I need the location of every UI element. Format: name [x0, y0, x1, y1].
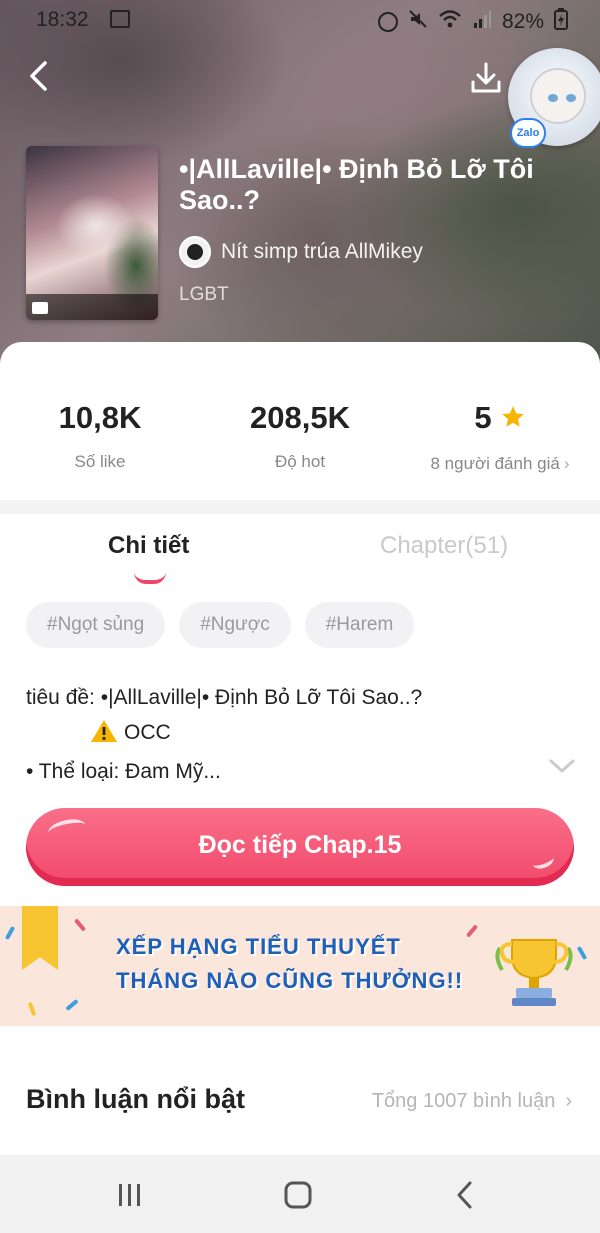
tag-chip[interactable]: #Ngọt sủng: [26, 602, 166, 648]
trophy-icon: [494, 930, 574, 1012]
tab-chapters[interactable]: Chapter(51): [380, 532, 508, 560]
back-icon: [457, 1181, 472, 1209]
zalo-badge: Zalo: [510, 118, 546, 148]
comments-total: Tổng 1007 bình luận: [371, 1090, 556, 1112]
chevron-left-icon: [30, 61, 47, 91]
section-divider: [0, 500, 600, 514]
description-line: tiêu đề: •|AllLaville|• Định Bỏ Lỡ Tôi S…: [26, 686, 423, 709]
recent-apps-button[interactable]: [114, 1179, 146, 1211]
rating-count-row: 8 người đánh giá ›: [420, 454, 580, 474]
stat-label: 8 người đánh giá: [430, 454, 560, 473]
confetti-decoration: [465, 924, 479, 938]
stat-hot: 208,5K Độ hot: [240, 400, 360, 472]
stat-value: 208,5K: [250, 400, 350, 435]
tag-chip[interactable]: #Ngược: [179, 602, 291, 648]
confetti-decoration: [27, 1001, 37, 1017]
download-button[interactable]: [468, 60, 504, 96]
stat-rating[interactable]: 5 8 người đánh giá ›: [420, 400, 580, 474]
stat-likes: 10,8K Số like: [50, 400, 150, 472]
rating-value: 5: [420, 400, 580, 438]
system-navigation-bar: [0, 1155, 600, 1233]
stat-value: 10,8K: [58, 400, 142, 435]
ranking-promo-banner[interactable]: XẾP HẠNG TIỂU THUYẾT THÁNG NÀO CŨNG THƯỞ…: [0, 906, 600, 1026]
gallery-notification-icon: [110, 10, 130, 28]
stat-label: Độ hot: [274, 452, 326, 471]
description-line: • Thể loại: Đam Mỹ...: [26, 760, 221, 783]
warning-text: OCC: [124, 721, 171, 744]
confetti-decoration: [576, 945, 588, 961]
confetti-decoration: [73, 918, 87, 932]
status-bar: 18:32 82%: [0, 0, 600, 40]
back-button[interactable]: [22, 58, 58, 94]
home-button[interactable]: [282, 1179, 314, 1211]
story-cover[interactable]: [26, 146, 158, 320]
battery-charging-icon: [554, 8, 568, 36]
comments-header: Bình luận nổi bật Tổng 1007 bình luận ›: [0, 1060, 600, 1150]
download-icon: [471, 62, 501, 93]
status-time: 18:32: [36, 8, 89, 31]
avatar-eye: [566, 94, 576, 102]
chevron-right-icon: ›: [565, 1090, 572, 1112]
recent-apps-icon: [119, 1184, 140, 1206]
chevron-down-icon: [549, 759, 575, 773]
bookmark-ribbon-icon: [22, 906, 58, 970]
alarm-icon: [377, 12, 398, 32]
avatar-eye: [548, 94, 558, 102]
battery-text: 82%: [501, 10, 544, 33]
warning-icon: [90, 719, 118, 754]
signal-icon: [472, 9, 492, 35]
home-icon: [284, 1181, 312, 1209]
story-description: tiêu đề: •|AllLaville|• Định Bỏ Lỡ Tôi S…: [26, 680, 566, 789]
chat-head-avatar: [530, 68, 586, 124]
comments-title: Bình luận nổi bật: [26, 1084, 245, 1114]
tab-bar: Chi tiết Chapter(51): [0, 514, 600, 586]
wifi-icon: [438, 9, 462, 35]
confetti-decoration: [4, 925, 16, 941]
stat-value: 5: [474, 400, 492, 435]
story-genre: LGBT: [179, 284, 229, 305]
author-name: Nít simp trúa AllMikey: [221, 240, 423, 263]
author-avatar: [179, 236, 211, 268]
description-warning-line: OCC: [26, 715, 566, 754]
author-row[interactable]: Nít simp trúa AllMikey: [179, 236, 423, 268]
banner-headline: XẾP HẠNG TIỂU THUYẾT: [116, 934, 401, 959]
continue-reading-button[interactable]: Đọc tiếp Chap.15: [26, 808, 574, 886]
star-icon: [500, 402, 526, 438]
stat-label: Số like: [74, 452, 126, 471]
confetti-decoration: [65, 998, 79, 1012]
system-back-button[interactable]: [450, 1179, 482, 1211]
comments-total-link[interactable]: Tổng 1007 bình luận ›: [372, 1090, 572, 1113]
expand-description-button[interactable]: [548, 756, 576, 781]
tab-active-indicator: [134, 572, 166, 584]
status-icons: 82%: [377, 8, 568, 36]
section-spacer: [0, 1026, 600, 1060]
camera-icon: [32, 302, 48, 314]
tag-chip[interactable]: #Harem: [304, 602, 415, 648]
chevron-right-icon: ›: [563, 454, 570, 473]
story-title: •|AllLaville|• Định Bỏ Lỡ Tôi Sao..?: [179, 154, 534, 215]
tab-details[interactable]: Chi tiết: [108, 532, 189, 560]
banner-subheadline: THÁNG NÀO CŨNG THƯỞNG!!: [116, 968, 464, 993]
tag-list: #Ngọt sủng #Ngược #Harem: [26, 602, 415, 648]
mute-icon: [408, 9, 428, 35]
stats-card: 10,8K Số like 208,5K Độ hot 5 8 người đá…: [0, 342, 600, 502]
